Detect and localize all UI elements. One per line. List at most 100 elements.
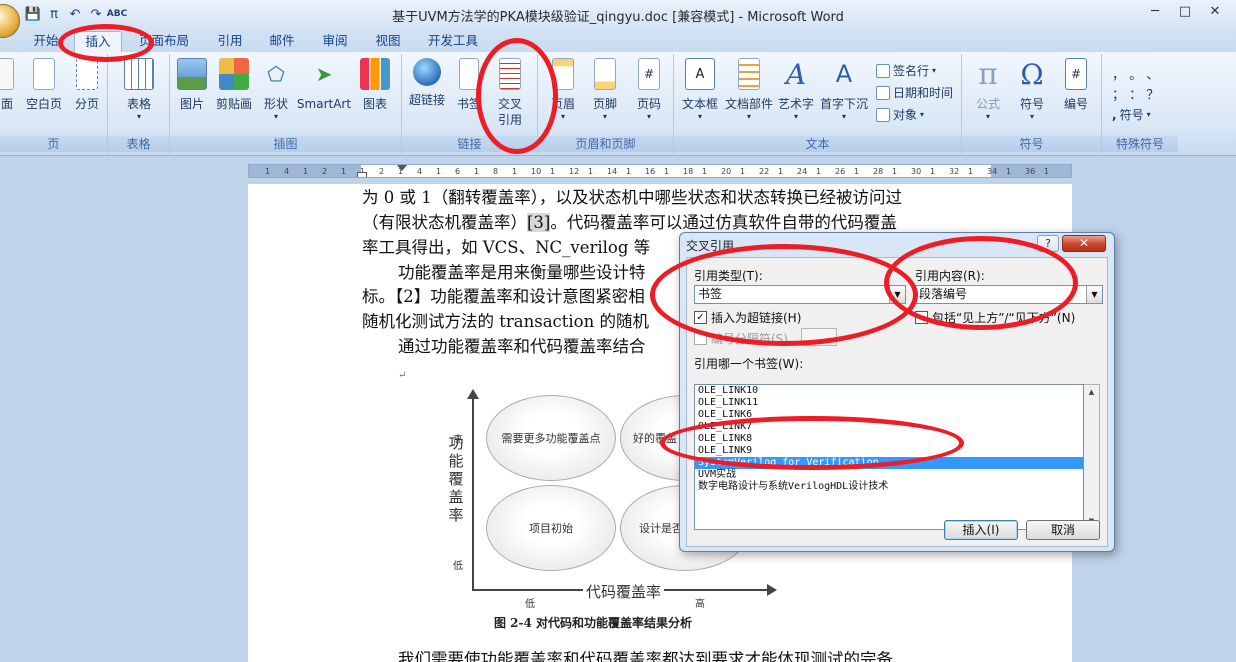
symbol-button[interactable]: Ω 符号 ▾ [1012,58,1052,122]
clipart-button[interactable]: 剪贴画 [214,58,254,112]
tab-mailings[interactable]: 邮件 [262,31,302,52]
calendar-icon [876,85,890,100]
tab-review[interactable]: 审阅 [315,31,355,52]
ruler-indent-marker[interactable] [397,165,407,171]
reference-content-label: 引用内容(R): [915,269,985,283]
header-button[interactable]: 页眉 ▾ [544,58,582,122]
help-button[interactable]: ? [1037,235,1059,252]
footer-button[interactable]: 页脚 ▾ [586,58,624,122]
chevron-down-icon: ▾ [1029,112,1034,121]
page-break-button[interactable]: 分页 [70,58,104,112]
textbox-icon: A [685,58,715,90]
special-symbol-button[interactable]: , 符号 ▾ [1112,106,1151,123]
ribbon-tabs: 开始 插入 页面布局 引用 邮件 审阅 视图 开发工具 [0,28,1236,52]
ruler-number: 28 [873,167,884,176]
citation-field[interactable]: [3] [527,213,551,232]
window-title: 基于UVM方法学的PKA模块级验证_qingyu.doc [兼容模式] - Mi… [392,10,844,25]
ruler-number: 14 [607,167,618,176]
hyperlink-button[interactable]: 超链接 [406,58,448,108]
window-controls: ─ □ ✕ [1142,2,1228,20]
equation-button[interactable]: π 公式 ▾ [968,57,1008,122]
bookmark-listbox[interactable]: OLE_LINK10 OLE_LINK11 OLE_LINK6 OLE_LINK7 OL… [694,384,1084,530]
ruler-number: 1 [512,167,518,176]
paragraph-line-7: 通过功能覆盖率和代码覆盖率结合 [398,337,646,356]
date-time-button[interactable]: 日期和时间 [876,84,953,101]
table-button[interactable]: 表格 ▾ [122,58,156,122]
special-symbols-row2[interactable]: ； ： ？ [1112,84,1159,103]
smartart-button[interactable]: ➤ SmartArt [296,58,352,112]
horizontal-ruler[interactable]: 1412112141618110112114116118120122124126… [248,164,1072,178]
picture-button[interactable]: 图片 [176,58,208,112]
tab-view[interactable]: 视图 [368,31,408,52]
close-button[interactable]: ✕ [1202,2,1228,20]
group-label-links: 链接 [402,136,537,152]
chevron-down-icon: ▾ [560,112,565,121]
page-number-button[interactable]: # 页码 ▾ [630,58,668,122]
maximize-button[interactable]: □ [1172,2,1198,20]
ruler-number: 1 [341,167,347,176]
numbering-button[interactable]: # 编号 [1056,58,1096,112]
x-axis-label: 代码覆盖率 [583,581,665,602]
bookmark-list-item[interactable]: OLE_LINK8 [695,433,1083,445]
ruler-number: 1 [436,167,442,176]
chevron-down-icon: ▾ [920,110,925,119]
wordart-button[interactable]: A 艺术字 ▾ [776,58,816,122]
which-bookmark-label: 引用哪一个书签(W): [694,357,804,371]
bookmark-list-item[interactable]: 数字电路设计与系统VerilogHDL设计技术 [695,481,1083,493]
scroll-up-icon[interactable]: ▲ [1084,385,1099,400]
chevron-down-icon: ▾ [841,112,846,121]
tab-references[interactable]: 引用 [210,31,250,52]
cross-reference-icon [499,58,521,90]
blank-page-button[interactable]: 空白页 [24,58,64,112]
ruler-number: 4 [417,167,423,176]
tab-developer[interactable]: 开发工具 [422,31,484,52]
insert-hyperlink-checkbox[interactable]: ✓ 插入为超链接(H) [694,309,801,326]
bookmark-list-item[interactable]: SystemVerilog_for_Verification [695,457,1083,469]
bookmark-button[interactable]: 书签 [454,58,484,112]
chevron-down-icon[interactable]: ▼ [1086,286,1102,303]
object-button[interactable]: 对象 ▾ [876,106,924,123]
bookmark-list-item[interactable]: OLE_LINK7 [695,421,1083,433]
ruler-number: 10 [531,167,542,176]
tab-page-layout[interactable]: 页面布局 [134,31,194,52]
group-tables: 表格 ▾ 表格 [108,54,170,154]
ruler-number: 1 [740,167,746,176]
bookmark-list-item[interactable]: OLE_LINK6 [695,409,1083,421]
reference-type-select[interactable]: 书签 ▼ [694,285,906,304]
bookmark-list-item[interactable]: OLE_LINK9 [695,445,1083,457]
tab-insert[interactable]: 插入 [74,31,122,52]
insert-button[interactable]: 插入(I) [944,520,1018,540]
listbox-scrollbar[interactable]: ▲ ▼ [1084,384,1100,530]
bookmark-list-item[interactable]: OLE_LINK10 [695,385,1083,397]
include-above-below-checkbox[interactable]: 包括“见上方”/“见下方”(N) [915,309,1075,326]
chevron-down-icon[interactable]: ▼ [889,286,905,303]
paragraph-mark: ↵ [398,370,407,381]
clipart-icon [219,58,249,90]
bookmark-list-item[interactable]: UVM实战 [695,469,1083,481]
chart-button[interactable]: 图表 [358,58,392,112]
group-symbols: π 公式 ▾ Ω 符号 ▾ # 编号 符号 [962,54,1102,154]
bookmark-list-item[interactable]: OLE_LINK11 [695,397,1083,409]
group-label-special-symbols: 特殊符号 [1102,136,1178,152]
cross-reference-button[interactable]: 交叉 引用 [492,58,528,128]
quick-parts-button[interactable]: 文档部件 ▾ [724,58,774,122]
cancel-button[interactable]: 取消 [1026,520,1100,540]
cover-page-icon [0,58,14,90]
dialog-close-button[interactable]: ✕ [1062,235,1106,252]
ruler-hanging-marker[interactable] [357,172,367,177]
reference-content-select[interactable]: 段落编号 ▼ [915,285,1103,304]
signature-line-button[interactable]: 签名行 ▾ [876,62,936,79]
dropcap-icon: A [835,60,853,88]
cover-page-button[interactable]: 面 [0,58,20,112]
textbox-button[interactable]: A 文本框 ▾ [680,58,720,122]
chevron-down-icon: ▾ [746,112,751,121]
shapes-button[interactable]: ⬠ 形状 ▾ [260,58,292,122]
special-symbols-row1[interactable]: ， 。 、 [1112,64,1159,83]
tab-home[interactable]: 开始 [28,31,64,52]
minimize-button[interactable]: ─ [1142,2,1168,20]
ruler-number: 2 [322,167,328,176]
ruler-number: 1 [816,167,822,176]
group-label-tables: 表格 [108,136,169,152]
dropcap-button[interactable]: A 首字下沉 ▾ [818,58,870,122]
paragraph-line-3: 率工具得出，如 VCS、NC_verilog 等 [362,238,651,257]
